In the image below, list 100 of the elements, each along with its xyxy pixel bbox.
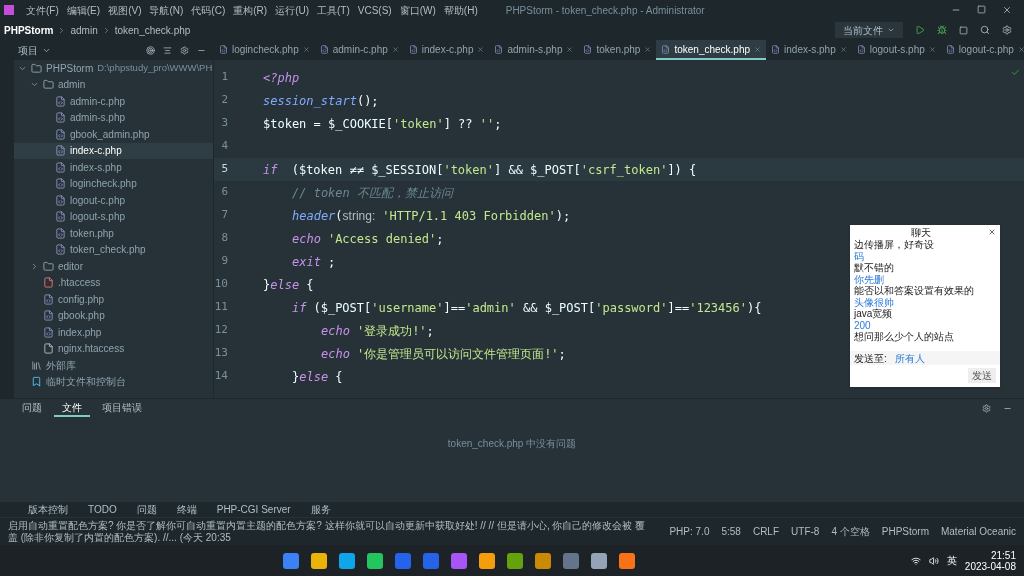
tree-item[interactable]: nginx.htaccess (14, 340, 213, 357)
close-icon[interactable] (302, 45, 310, 53)
close-icon[interactable] (839, 45, 847, 53)
debug-icon[interactable] (937, 25, 947, 35)
plugin-label[interactable]: PHPStorm (881, 524, 929, 539)
locate-icon[interactable] (146, 45, 155, 55)
tree-item[interactable]: admin-c.php (14, 93, 213, 110)
menu-item[interactable]: 工具(T) (313, 2, 354, 18)
file-tab[interactable]: token.php (578, 40, 657, 60)
tool-window-button[interactable]: 服务 (310, 502, 331, 517)
tree-item[interactable]: logincheck.php (14, 175, 213, 192)
menu-item[interactable]: 导航(N) (145, 2, 188, 18)
status-item[interactable]: 4 个空格 (831, 524, 870, 539)
taskbar-app-icon[interactable] (563, 552, 580, 569)
tool-window-button[interactable]: 终端 (176, 502, 197, 517)
volume-icon[interactable] (928, 555, 939, 566)
taskbar-app-icon[interactable] (367, 552, 384, 569)
tree-item[interactable]: gbook_admin.php (14, 126, 213, 143)
tree-item[interactable]: PHPStorm D:\phpstudy_pro\WWW\PH (14, 60, 213, 77)
file-tab[interactable]: index-c.php (403, 40, 490, 60)
stop-icon[interactable] (959, 25, 968, 35)
tree-item[interactable]: logout-s.php (14, 208, 213, 225)
taskbar-app-icon[interactable] (479, 552, 496, 569)
close-icon[interactable] (1017, 45, 1024, 53)
menu-item[interactable]: 重构(R) (229, 2, 272, 18)
tree-item[interactable]: config.php (14, 291, 213, 308)
tree-item[interactable]: admin-s.php (14, 109, 213, 126)
close-icon[interactable] (566, 45, 574, 53)
file-tab[interactable]: logout-s.php (851, 40, 941, 60)
collapse-all-icon[interactable] (163, 45, 172, 55)
menu-item[interactable]: 视图(V) (104, 2, 146, 18)
taskbar-app-icon[interactable] (591, 552, 608, 569)
panel-title[interactable]: 项目 (18, 42, 38, 58)
close-icon[interactable] (928, 45, 936, 53)
close-icon[interactable] (1002, 5, 1012, 15)
tool-window-button[interactable]: 问题 (136, 502, 157, 517)
panel-tab[interactable]: 项目错误 (94, 399, 150, 417)
menu-item[interactable]: 编辑(E) (62, 2, 105, 18)
status-item[interactable]: UTF-8 (791, 524, 820, 539)
tool-window-button[interactable]: PHP-CGI Server (216, 502, 291, 517)
recipient-dropdown[interactable]: 所有人 (894, 350, 925, 366)
file-tab[interactable]: admin-s.php (489, 40, 579, 60)
taskbar-app-icon[interactable] (451, 552, 468, 569)
taskbar-app-icon[interactable] (311, 552, 328, 569)
file-tab[interactable]: logincheck.php (214, 40, 315, 60)
status-item[interactable]: 5:58 (721, 524, 741, 539)
settings-icon[interactable] (180, 45, 189, 55)
menu-item[interactable]: 运行(U) (271, 2, 314, 18)
taskbar-app-icon[interactable] (507, 552, 524, 569)
taskbar-app-icon[interactable] (283, 552, 300, 569)
tree-item[interactable]: editor (14, 258, 213, 275)
status-item[interactable]: CRLF (752, 524, 780, 539)
tree-item[interactable]: token_check.php (14, 241, 213, 258)
status-item[interactable]: PHP: 7.0 (669, 524, 710, 539)
collapse-icon[interactable] (30, 261, 39, 271)
tool-window-button[interactable]: 版本控制 (28, 502, 68, 517)
search-icon[interactable] (980, 25, 990, 35)
settings-icon[interactable] (1002, 25, 1012, 35)
taskbar-app-icon[interactable] (619, 552, 636, 569)
settings-icon[interactable] (982, 403, 991, 413)
clock-time[interactable]: 21:51 (990, 549, 1016, 561)
close-icon[interactable] (477, 45, 485, 53)
send-button[interactable]: 发送 (968, 368, 996, 383)
taskbar-app-icon[interactable] (535, 552, 552, 569)
file-tab[interactable]: admin-c.php (314, 40, 404, 60)
clock-date[interactable]: 2023-04-08 (964, 560, 1016, 572)
tree-item[interactable]: index.php (14, 324, 213, 341)
menu-item[interactable]: 窗口(W) (395, 2, 440, 18)
file-tab[interactable]: logout-c.php (940, 40, 1024, 60)
wifi-icon[interactable] (910, 555, 921, 566)
tree-item[interactable]: 外部库 (14, 357, 213, 374)
tree-item[interactable]: .htaccess (14, 274, 213, 291)
tree-item[interactable]: gbook.php (14, 307, 213, 324)
tree-item[interactable]: admin (14, 76, 213, 93)
tree-item[interactable]: index-s.php (14, 159, 213, 176)
theme-label[interactable]: Material Oceanic (940, 524, 1016, 539)
menu-item[interactable]: 文件(F) (22, 2, 63, 18)
close-icon[interactable] (988, 228, 996, 236)
file-tab[interactable]: token_check.php (656, 40, 767, 60)
panel-tab[interactable]: 文件 (54, 399, 90, 417)
input-language[interactable]: 英 (946, 553, 957, 568)
breadcrumb-item[interactable]: admin (70, 22, 98, 38)
breadcrumb-item[interactable]: token_check.php (114, 22, 191, 38)
close-icon[interactable] (644, 45, 652, 53)
panel-tab[interactable]: 问题 (14, 399, 50, 417)
menu-item[interactable]: 代码(C) (187, 2, 230, 18)
run-config-dropdown[interactable]: 当前文件 (835, 22, 903, 38)
tree-item[interactable]: logout-c.php (14, 192, 213, 209)
close-icon[interactable] (391, 45, 399, 53)
tree-item[interactable]: token.php (14, 225, 213, 242)
taskbar-app-icon[interactable] (339, 552, 356, 569)
menu-item[interactable]: VCS(S) (353, 2, 396, 18)
maximize-icon[interactable] (977, 5, 986, 14)
file-tab[interactable]: index-s.php (766, 40, 852, 60)
tree-item[interactable]: 临时文件和控制台 (14, 373, 213, 390)
breadcrumb-item[interactable]: PHPStorm (4, 22, 54, 38)
tool-window-button[interactable]: TODO (88, 502, 117, 517)
tree-item[interactable]: index-c.php (14, 142, 213, 159)
run-icon[interactable] (915, 25, 925, 35)
menu-item[interactable]: 帮助(H) (439, 2, 482, 18)
